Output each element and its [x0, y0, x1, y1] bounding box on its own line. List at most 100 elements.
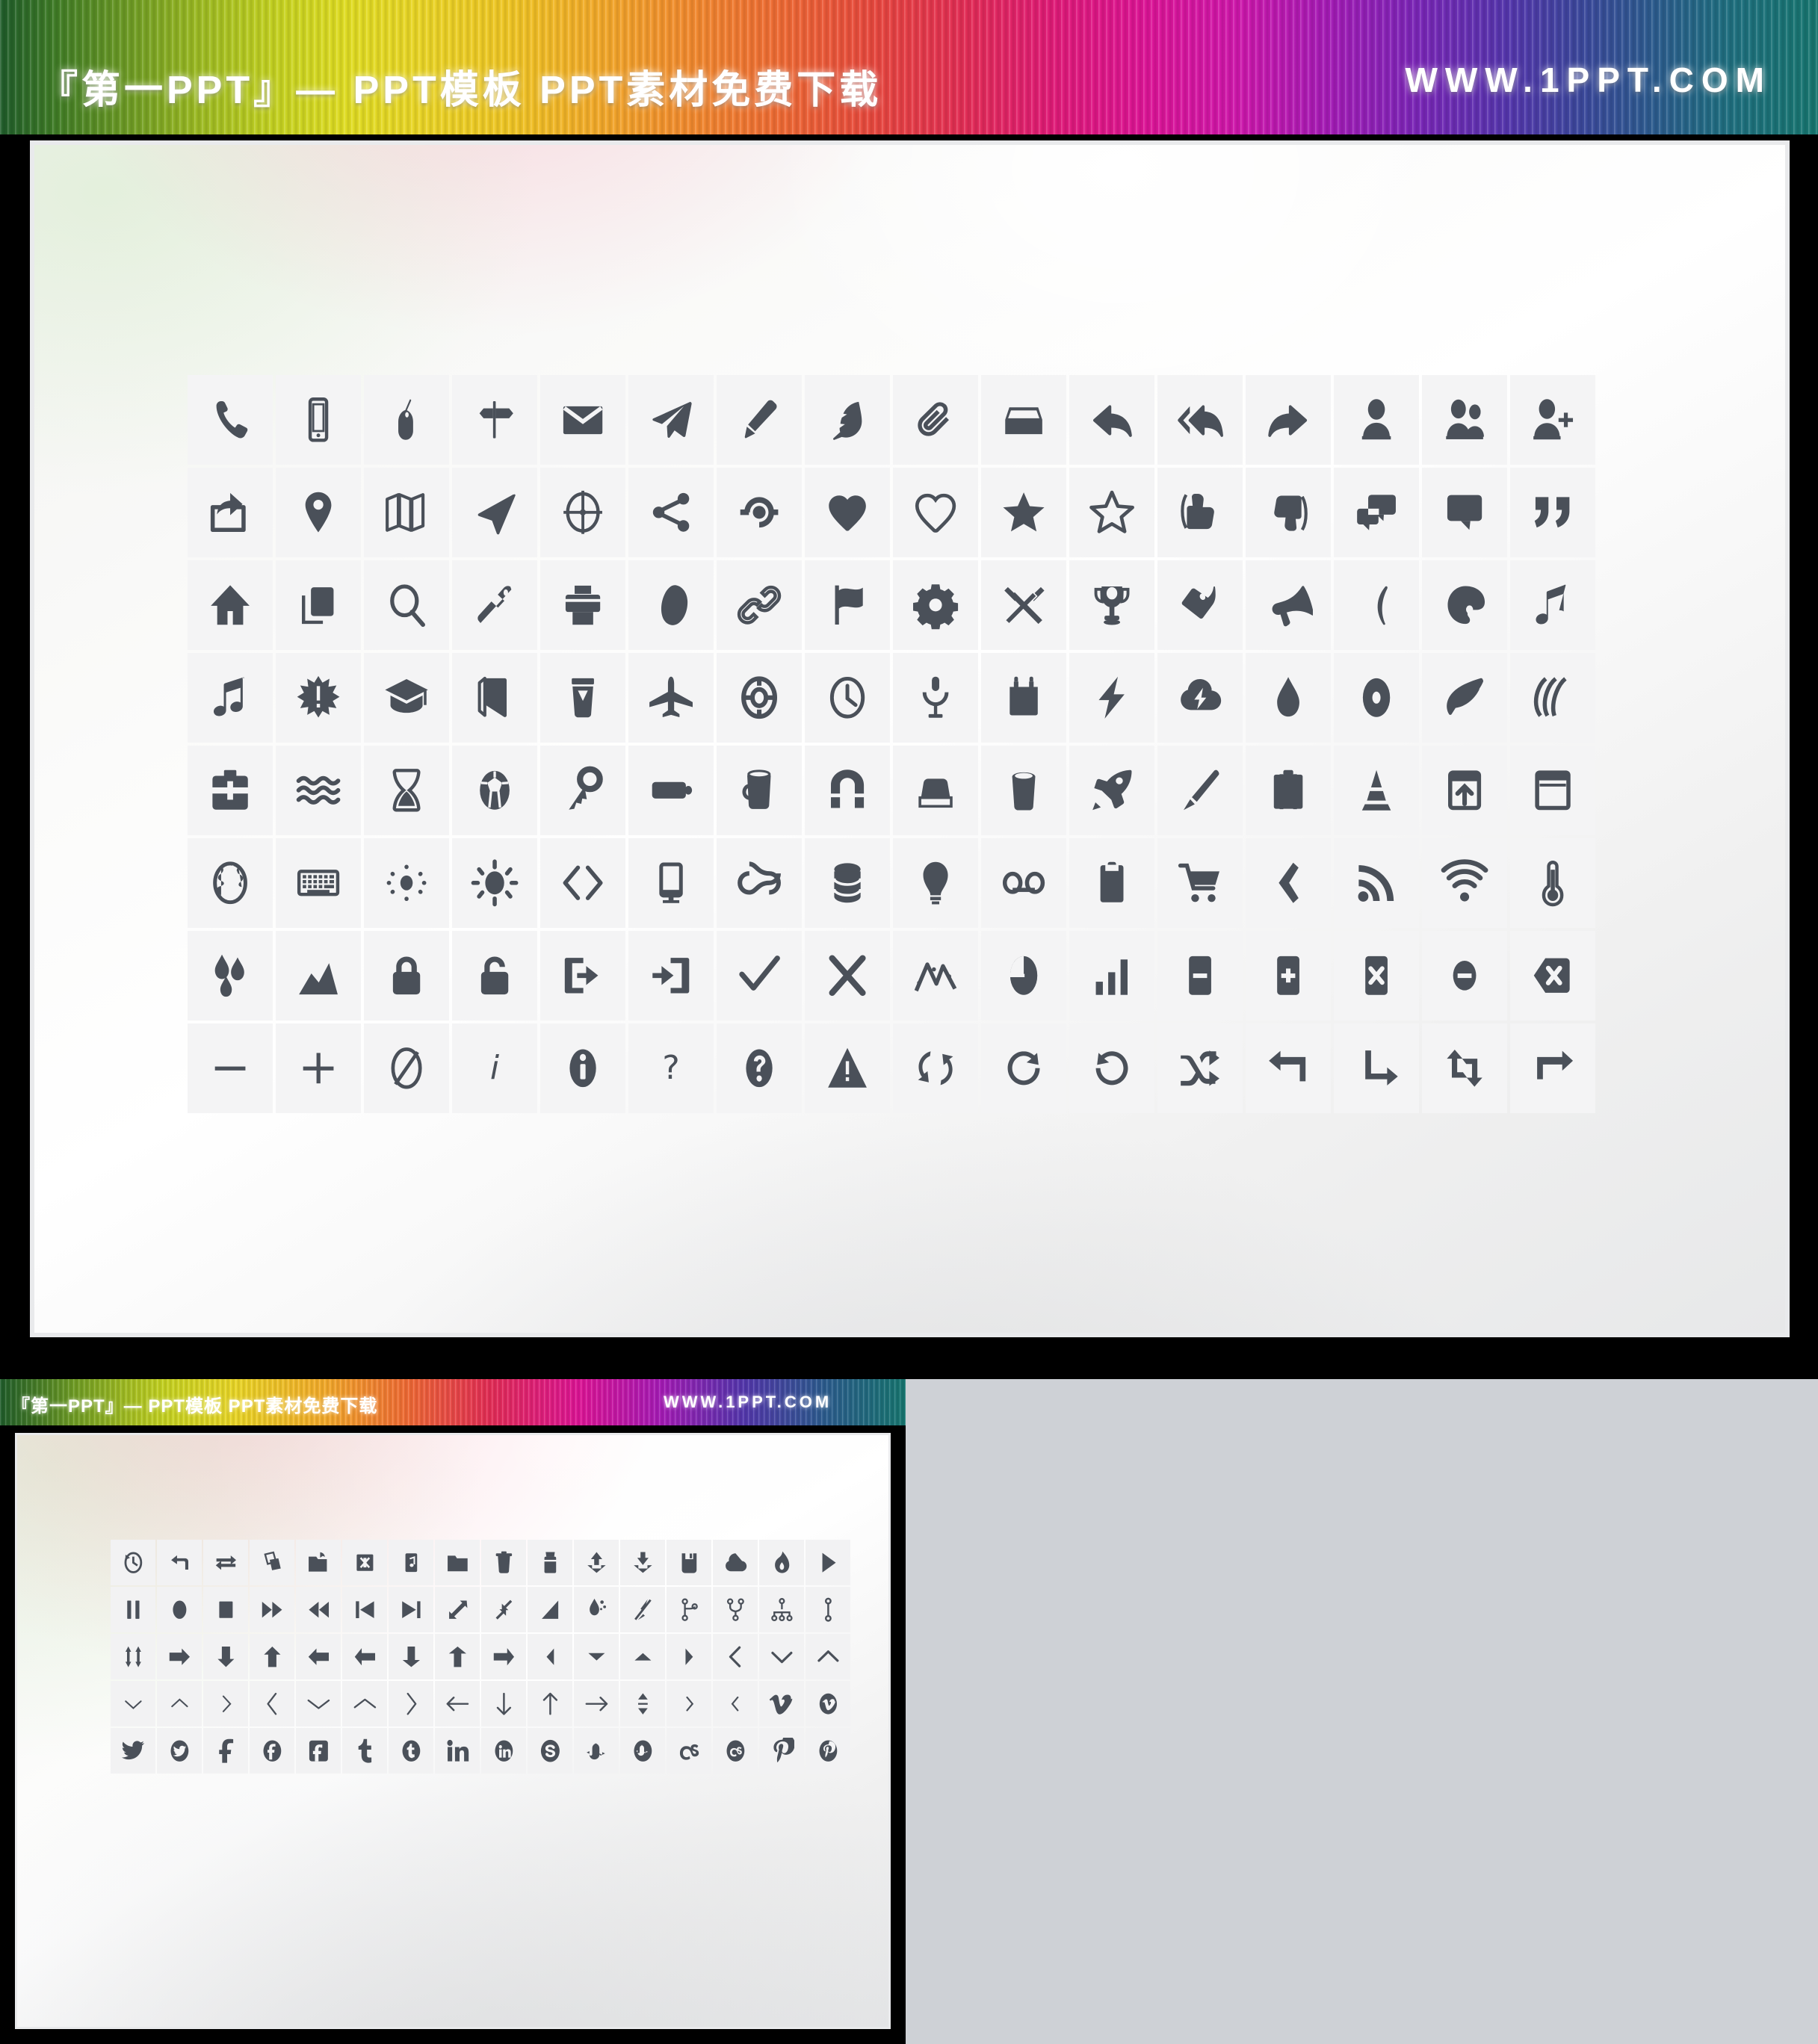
icon-cell[interactable]: [806, 1634, 850, 1679]
icon-cell[interactable]: [452, 653, 537, 743]
icon-cell[interactable]: [1157, 931, 1243, 1021]
icon-cell[interactable]: [628, 468, 714, 557]
icon-cell[interactable]: [389, 1681, 433, 1726]
icon-cell[interactable]: [1246, 1023, 1331, 1113]
icon-cell[interactable]: [574, 1587, 619, 1632]
icon-cell[interactable]: [620, 1681, 665, 1726]
icon-cell[interactable]: [1422, 746, 1507, 835]
icon-cell[interactable]: [667, 1634, 711, 1679]
icon-cell[interactable]: [188, 746, 273, 835]
icon-cell[interactable]: [540, 468, 625, 557]
icon-cell[interactable]: [1510, 931, 1595, 1021]
icon-cell[interactable]: [435, 1587, 480, 1632]
icon-cell[interactable]: [1157, 1023, 1243, 1113]
icon-cell[interactable]: [628, 838, 714, 928]
icon-cell[interactable]: [250, 1681, 294, 1726]
icon-cell[interactable]: [806, 1728, 850, 1774]
icon-cell[interactable]: [540, 931, 625, 1021]
icon-cell[interactable]: [188, 468, 273, 557]
icon-cell[interactable]: [759, 1728, 804, 1774]
icon-cell[interactable]: [296, 1681, 341, 1726]
icon-cell[interactable]: [806, 1587, 850, 1632]
icon-cell[interactable]: [667, 1540, 711, 1585]
icon-cell[interactable]: [628, 560, 714, 650]
icon-cell[interactable]: [805, 931, 890, 1021]
icon-cell[interactable]: [1246, 653, 1331, 743]
icon-cell[interactable]: [667, 1728, 711, 1774]
icon-cell[interactable]: [981, 838, 1066, 928]
icon-cell[interactable]: [1510, 653, 1595, 743]
icon-cell[interactable]: [389, 1728, 433, 1774]
icon-cell[interactable]: [157, 1728, 202, 1774]
icon-cell[interactable]: [667, 1681, 711, 1726]
icon-cell[interactable]: [893, 746, 978, 835]
icon-cell[interactable]: [528, 1728, 572, 1774]
icon-cell[interactable]: [759, 1681, 804, 1726]
icon-cell[interactable]: [1510, 468, 1595, 557]
icon-cell[interactable]: [620, 1587, 665, 1632]
icon-cell[interactable]: [111, 1587, 155, 1632]
icon-cell[interactable]: [452, 375, 537, 465]
icon-cell[interactable]: [1422, 468, 1507, 557]
icon-cell[interactable]: [805, 653, 890, 743]
icon-cell[interactable]: [893, 560, 978, 650]
icon-cell[interactable]: [276, 375, 361, 465]
icon-cell[interactable]: [981, 375, 1066, 465]
icon-cell[interactable]: [203, 1587, 248, 1632]
icon-cell[interactable]: [250, 1634, 294, 1679]
icon-cell[interactable]: [1246, 746, 1331, 835]
icon-cell[interactable]: [528, 1587, 572, 1632]
icon-cell[interactable]: [342, 1634, 387, 1679]
icon-cell[interactable]: [364, 653, 449, 743]
icon-cell[interactable]: [203, 1634, 248, 1679]
icon-cell[interactable]: [342, 1728, 387, 1774]
icon-cell[interactable]: [452, 746, 537, 835]
icon-cell[interactable]: [620, 1634, 665, 1679]
icon-cell[interactable]: [806, 1681, 850, 1726]
icon-cell[interactable]: [250, 1540, 294, 1585]
icon-cell[interactable]: [481, 1681, 526, 1726]
icon-cell[interactable]: [481, 1587, 526, 1632]
icon-cell[interactable]: [574, 1728, 619, 1774]
icon-cell[interactable]: [203, 1540, 248, 1585]
icon-cell[interactable]: [342, 1540, 387, 1585]
icon-cell[interactable]: [188, 1023, 273, 1113]
icon-cell[interactable]: ?: [628, 1023, 714, 1113]
icon-cell[interactable]: [805, 746, 890, 835]
icon-cell[interactable]: [435, 1540, 480, 1585]
icon-cell[interactable]: [717, 1023, 802, 1113]
icon-cell[interactable]: i: [452, 1023, 537, 1113]
icon-cell[interactable]: [620, 1540, 665, 1585]
icon-cell[interactable]: [1246, 375, 1331, 465]
icon-cell[interactable]: [296, 1587, 341, 1632]
icon-cell[interactable]: [620, 1728, 665, 1774]
icon-cell[interactable]: [452, 931, 537, 1021]
icon-cell[interactable]: [188, 653, 273, 743]
icon-cell[interactable]: [893, 931, 978, 1021]
icon-cell[interactable]: [389, 1540, 433, 1585]
icon-cell[interactable]: [481, 1634, 526, 1679]
icon-cell[interactable]: [364, 1023, 449, 1113]
icon-cell[interactable]: [713, 1728, 758, 1774]
icon-cell[interactable]: [1069, 468, 1154, 557]
icon-cell[interactable]: [250, 1728, 294, 1774]
icon-cell[interactable]: [1334, 468, 1419, 557]
icon-cell[interactable]: [1510, 746, 1595, 835]
icon-cell[interactable]: [1246, 560, 1331, 650]
icon-cell[interactable]: [717, 375, 802, 465]
icon-cell[interactable]: [389, 1634, 433, 1679]
icon-cell[interactable]: [717, 653, 802, 743]
icon-cell[interactable]: [1422, 653, 1507, 743]
icon-cell[interactable]: [1069, 931, 1154, 1021]
icon-cell[interactable]: [1334, 746, 1419, 835]
icon-cell[interactable]: [981, 560, 1066, 650]
icon-cell[interactable]: [276, 468, 361, 557]
icon-cell[interactable]: [1246, 931, 1331, 1021]
icon-cell[interactable]: [1334, 931, 1419, 1021]
icon-cell[interactable]: [250, 1587, 294, 1632]
icon-cell[interactable]: [203, 1728, 248, 1774]
icon-cell[interactable]: [296, 1634, 341, 1679]
icon-cell[interactable]: [452, 560, 537, 650]
icon-cell[interactable]: [111, 1681, 155, 1726]
icon-cell[interactable]: [574, 1634, 619, 1679]
